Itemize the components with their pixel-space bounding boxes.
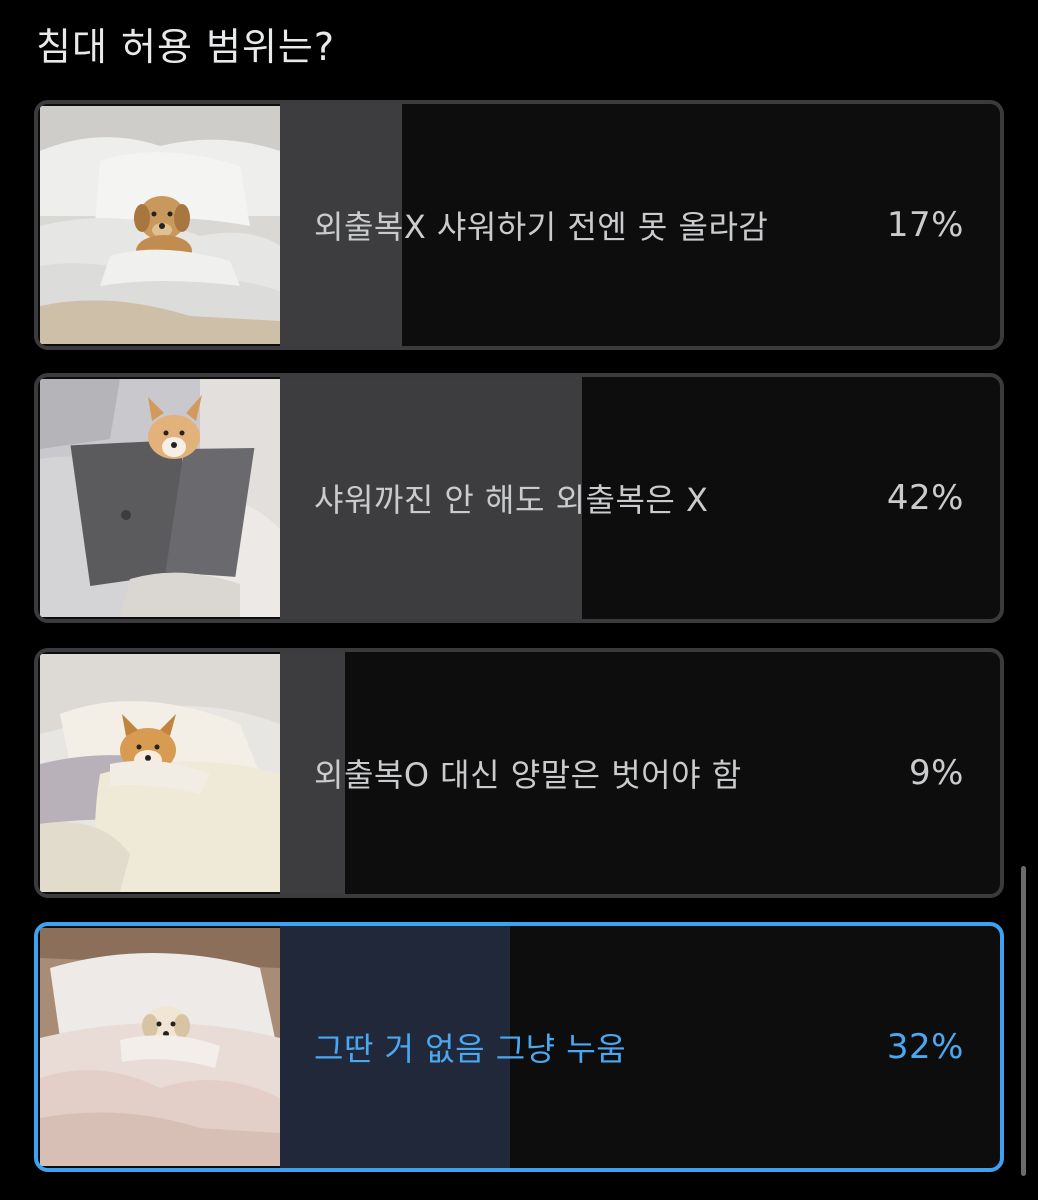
poll-option-3-label: 외출복O 대신 양말은 벗어야 함 (314, 756, 742, 794)
poll-option-3[interactable]: 외출복O 대신 양말은 벗어야 함 9% (34, 648, 1004, 898)
poll-option-2-label: 샤워까진 안 해도 외출복은 X (314, 481, 709, 519)
poll-option-3-percent: 9% (909, 753, 964, 793)
poll-option-3-image (40, 654, 280, 892)
poll-option-2-image (40, 379, 280, 617)
poll-question: 침대 허용 범위는? (36, 25, 336, 69)
poll-option-2-percent: 42% (886, 478, 964, 518)
poll-option-1-label: 외출복X 샤워하기 전엔 못 올라감 (314, 208, 769, 246)
poll-option-2[interactable]: 샤워까진 안 해도 외출복은 X 42% (34, 373, 1004, 623)
poll-option-4-image (40, 928, 280, 1166)
poll-option-4-label: 그딴 거 없음 그냥 누움 (314, 1030, 627, 1068)
poll-option-1-percent: 17% (886, 205, 964, 245)
poll-option-4-percent: 32% (886, 1027, 964, 1067)
scrollbar[interactable] (1021, 866, 1026, 1176)
poll-option-1[interactable]: 외출복X 샤워하기 전엔 못 올라감 17% (34, 100, 1004, 350)
poll-option-1-image (40, 106, 280, 344)
poll-option-4[interactable]: 그딴 거 없음 그냥 누움 32% (34, 922, 1004, 1172)
